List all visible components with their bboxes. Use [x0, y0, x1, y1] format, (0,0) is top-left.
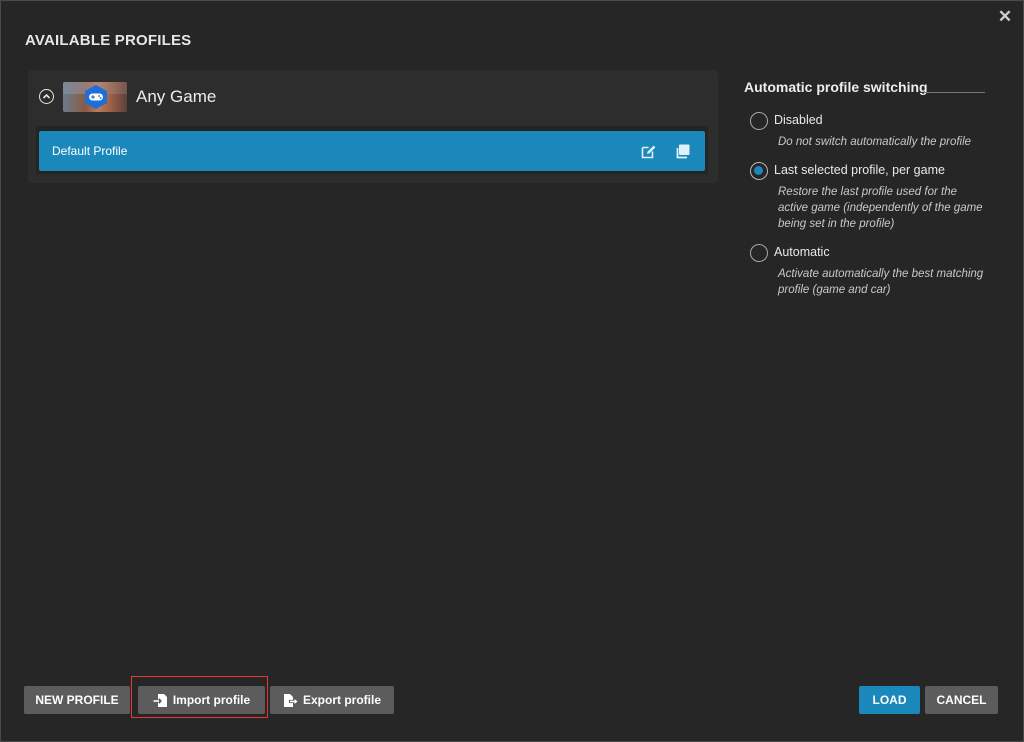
game-name: Any Game: [136, 87, 217, 106]
chevron-up-icon: [42, 93, 51, 99]
switching-title: Automatic profile switching: [744, 79, 928, 95]
new-profile-button[interactable]: NEW PROFILE: [24, 686, 130, 714]
profile-name: Default Profile: [52, 144, 128, 158]
profile-list: Default Profile: [36, 126, 708, 174]
radio-disabled[interactable]: [750, 112, 768, 130]
close-button[interactable]: ✕: [997, 7, 1013, 26]
load-label: LOAD: [872, 693, 907, 707]
radio-selected-dot: [754, 166, 763, 175]
export-profile-button[interactable]: Export profile: [270, 686, 394, 714]
radio-last-selected[interactable]: [750, 162, 768, 180]
radio-label-disabled[interactable]: Disabled: [774, 113, 823, 127]
close-icon: ✕: [997, 7, 1013, 26]
radio-label-last-selected[interactable]: Last selected profile, per game: [774, 163, 945, 177]
profiles-dialog: ✕ AVAILABLE PROFILES Any Game Default Pr…: [0, 0, 1024, 742]
profile-row-default[interactable]: Default Profile: [39, 131, 705, 171]
profiles-panel: Any Game Default Profile: [28, 70, 718, 183]
dialog-title: AVAILABLE PROFILES: [25, 32, 192, 49]
load-button[interactable]: LOAD: [859, 686, 920, 714]
import-highlight-box: [131, 676, 268, 718]
collapse-button[interactable]: [39, 89, 54, 104]
radio-label-automatic[interactable]: Automatic: [774, 245, 830, 259]
game-thumbnail: [63, 82, 127, 112]
radio-description-last-selected: Restore the last profile used for the ac…: [778, 186, 983, 230]
radio-automatic[interactable]: [750, 244, 768, 262]
gamepad-icon: [85, 85, 107, 109]
cancel-button[interactable]: CANCEL: [925, 686, 998, 714]
edit-icon[interactable]: [640, 143, 657, 160]
export-icon: [283, 693, 298, 707]
cancel-label: CANCEL: [936, 693, 987, 707]
game-group-header[interactable]: Any Game: [28, 70, 718, 124]
duplicate-icon[interactable]: [674, 143, 691, 160]
new-profile-label: NEW PROFILE: [35, 693, 119, 707]
title-divider: [925, 92, 985, 93]
export-profile-label: Export profile: [302, 693, 381, 707]
radio-description-disabled: Do not switch automatically the profile: [778, 136, 972, 148]
radio-description-automatic: Activate automatically the best matching…: [778, 268, 984, 296]
